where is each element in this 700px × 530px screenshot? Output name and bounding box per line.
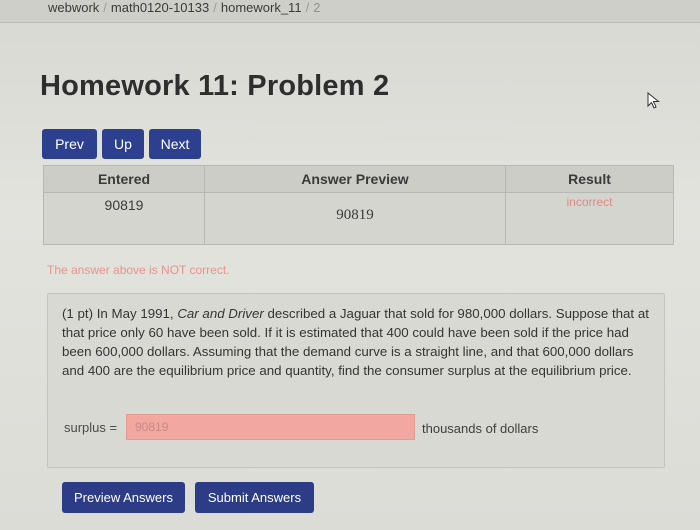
breadcrumb-webwork[interactable]: webwork <box>48 0 99 15</box>
surplus-answer-input[interactable] <box>126 414 415 440</box>
header-entered: Entered <box>43 165 205 193</box>
entered-value: 90819 <box>43 192 205 245</box>
submit-answers-button[interactable]: Submit Answers <box>195 482 314 513</box>
problem-points: (1 pt) <box>62 306 94 321</box>
breadcrumb-course[interactable]: math0120-10133 <box>111 0 209 15</box>
results-table: Entered Answer Preview Result 90819 9081… <box>43 165 674 245</box>
breadcrumb-problem: 2 <box>313 0 321 15</box>
answer-label: surplus = <box>64 420 118 435</box>
answer-preview-value: 90819 <box>204 192 506 245</box>
prev-button[interactable]: Prev <box>42 129 97 159</box>
breadcrumb-homework[interactable]: homework_11 <box>221 0 302 15</box>
page-title: Homework 11: Problem 2 <box>40 70 390 102</box>
breadcrumb-separator: / <box>103 0 107 15</box>
status-message: The answer above is NOT correct. <box>47 263 230 277</box>
up-button[interactable]: Up <box>102 129 144 159</box>
next-button[interactable]: Next <box>149 129 201 159</box>
preview-answers-button[interactable]: Preview Answers <box>62 482 185 513</box>
problem-statement: (1 pt) In May 1991, Car and Driver descr… <box>62 304 658 380</box>
header-result: Result <box>505 165 674 193</box>
answer-units: thousands of dollars <box>422 421 539 436</box>
problem-text-before: In May 1991, <box>93 306 178 321</box>
result-value: incorrect <box>505 192 674 245</box>
publication-name: Car and Driver <box>177 306 264 321</box>
results-header-row: Entered Answer Preview Result <box>43 165 674 193</box>
breadcrumb: webwork / math0120-10133/homework_11/2 <box>48 0 320 15</box>
header-answer-preview: Answer Preview <box>204 165 506 193</box>
problem-box: (1 pt) In May 1991, Car and Driver descr… <box>47 293 665 468</box>
mouse-cursor-icon <box>647 92 660 109</box>
table-row: 90819 90819 incorrect <box>43 192 674 245</box>
breadcrumb-separator: / <box>213 0 217 15</box>
webwork-page: webwork / math0120-10133/homework_11/2 Hom… <box>0 0 700 530</box>
breadcrumb-bar: webwork / math0120-10133/homework_11/2 <box>0 0 700 23</box>
breadcrumb-separator: / <box>305 0 310 15</box>
